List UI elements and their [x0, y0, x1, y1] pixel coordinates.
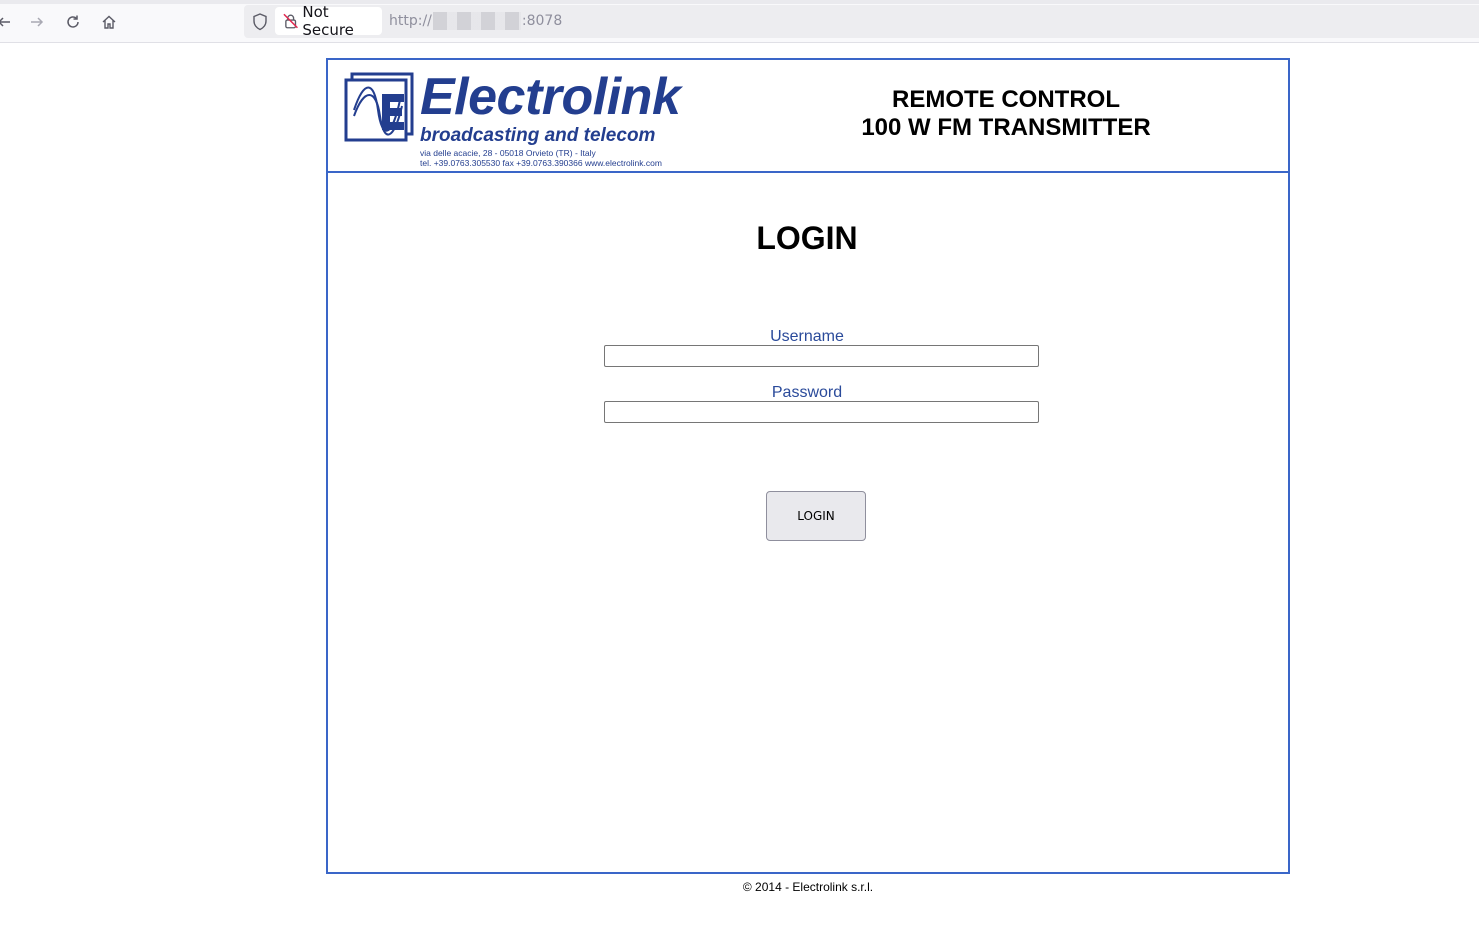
logo-tagline: broadcasting and telecom [420, 125, 656, 146]
username-label: Username [770, 328, 844, 345]
password-label: Password [771, 384, 843, 401]
security-label: Not Secure [302, 3, 354, 39]
login-heading: LOGIN [756, 220, 858, 256]
url-port: :8078 [521, 13, 563, 29]
title-line1: REMOTE CONTROL [892, 86, 1120, 113]
url-text[interactable]: http:// :8078 [389, 12, 562, 30]
username-field[interactable] [604, 345, 1039, 367]
title-line2: 100 W FM TRANSMITTER [861, 114, 1151, 141]
forward-arrow-icon [31, 17, 44, 27]
reload-button[interactable] [61, 10, 85, 34]
forward-button[interactable] [25, 10, 49, 34]
tab-strip-edge [0, 0, 1479, 4]
logo-address: via delle acacie, 28 - 05018 Orvieto (TR… [420, 148, 662, 168]
password-field[interactable] [604, 401, 1039, 423]
footer-copyright: © 2014 - Electrolink s.r.l. [742, 880, 874, 894]
electrolink-emblem-icon [344, 72, 414, 142]
home-icon [102, 15, 116, 29]
browser-toolbar: Not Secure http:// :8078 [0, 0, 1479, 43]
page-header: Electrolink broadcasting and telecom via… [328, 60, 1288, 173]
home-button[interactable] [97, 10, 121, 34]
logo-brand: Electrolink [420, 68, 681, 126]
page-title: REMOTE CONTROL 100 W FM TRANSMITTER [828, 86, 1184, 142]
reload-icon [67, 15, 79, 28]
logo-address-line1: via delle acacie, 28 - 05018 Orvieto (TR… [420, 148, 596, 158]
back-arrow-icon [0, 17, 10, 27]
shield-icon[interactable] [250, 12, 270, 32]
url-prefix: http:// [389, 13, 432, 29]
insecure-lock-icon [283, 13, 298, 29]
page-frame: Electrolink broadcasting and telecom via… [326, 58, 1290, 874]
back-button[interactable] [0, 10, 16, 34]
login-button[interactable]: LOGIN [766, 491, 866, 541]
logo-address-line2: tel. +39.0763.305530 fax +39.0763.390366… [420, 158, 662, 168]
redacted-host [432, 12, 521, 30]
security-indicator[interactable]: Not Secure [275, 3, 382, 39]
electrolink-logo: Electrolink broadcasting and telecom via… [344, 68, 724, 168]
